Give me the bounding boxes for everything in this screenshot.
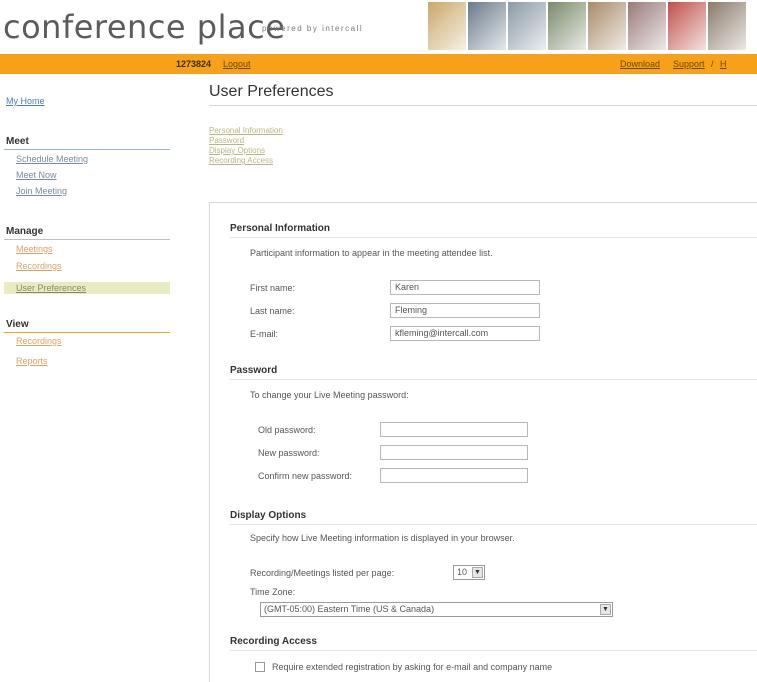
extended-registration-label: Require extended registration by asking … [272,662,553,672]
anchor-password[interactable]: Password [209,136,283,146]
password-description: To change your Live Meeting password: [250,390,409,400]
personal-description: Participant information to appear in the… [250,248,493,258]
email-field[interactable]: kfleming@intercall.com [390,326,540,341]
email-label: E-mail: [250,329,279,339]
anchor-recording-access[interactable]: Recording Access [209,156,283,166]
confirm-password-field[interactable] [380,468,528,483]
per-page-select[interactable]: 10 ▼ [453,565,485,580]
sidebar-heading-manage: Manage [6,226,44,237]
anchor-personal-information[interactable]: Personal Information [209,126,283,136]
sidebar-item-user-preferences[interactable]: User Preferences [4,282,170,294]
section-links: Personal Information Password Display Op… [209,126,283,166]
photo-strip [428,2,748,52]
sidebar-item-meetings[interactable]: Meetings [16,244,53,254]
page-title: User Preferences [209,83,334,100]
support-link[interactable]: Support [673,59,705,69]
dropdown-arrow-icon[interactable]: ▼ [600,604,611,615]
sidebar-rule-manage [4,239,170,240]
sidebar-item-my-home[interactable]: My Home [6,96,45,106]
top-bar: 1273824 Logout Download Support / H [0,54,757,74]
new-password-field[interactable] [380,445,528,460]
timezone-label: Time Zone: [250,587,296,597]
section-divider [230,237,757,238]
old-password-field[interactable] [380,422,528,437]
sidebar-rule-view [4,332,170,333]
header-photo [708,2,746,50]
last-name-label: Last name: [250,306,295,316]
header-photo [428,2,466,50]
dropdown-arrow-icon[interactable]: ▼ [472,567,483,578]
main-content: User Preferences Personal Information Pa… [178,74,757,682]
sidebar-item-schedule-meeting[interactable]: Schedule Meeting [16,154,88,164]
section-title-password: Password [230,365,278,376]
section-divider [230,379,757,380]
per-page-value: 10 [457,567,468,577]
section-divider [230,650,757,651]
header-photo [668,2,706,50]
sidebar-item-join-meeting[interactable]: Join Meeting [16,186,67,196]
preferences-panel: Personal Information Participant informa… [209,202,757,682]
confirm-password-label: Confirm new password: [258,471,353,481]
per-page-label: Recording/Meetings listed per page: [250,568,395,578]
sidebar-item-recordings[interactable]: Recordings [16,261,62,271]
tagline: powered by intercall [262,24,364,33]
section-divider [230,524,757,525]
logo: conference place [3,8,286,46]
logout-link[interactable]: Logout [223,59,251,69]
section-title-display: Display Options [230,510,307,521]
header-photo [588,2,626,50]
user-id: 1273824 [176,59,212,69]
timezone-select[interactable]: (GMT-05:00) Eastern Time (US & Canada) ▼ [260,602,613,617]
header-photo [628,2,666,50]
first-name-label: First name: [250,283,296,293]
header: conference place powered by intercall [0,0,757,54]
sidebar: My Home Meet Schedule Meeting Meet Now J… [0,74,178,682]
header-photo [548,2,586,50]
header-photo [468,2,506,50]
last-name-field[interactable]: Fleming [390,303,540,318]
display-description: Specify how Live Meeting information is … [250,533,515,543]
sidebar-item-reports[interactable]: Reports [16,356,48,366]
old-password-label: Old password: [258,425,316,435]
section-title-recording: Recording Access [230,636,317,647]
title-divider [209,105,757,106]
sidebar-item-view-recordings[interactable]: Recordings [16,336,62,346]
sidebar-heading-view: View [6,319,29,330]
help-link[interactable]: H [720,59,727,69]
first-name-field[interactable]: Karen [390,280,540,295]
link-separator: / [711,59,714,69]
header-photo [508,2,546,50]
download-link[interactable]: Download [620,59,660,69]
sidebar-item-meet-now[interactable]: Meet Now [16,170,57,180]
extended-registration-checkbox[interactable] [255,662,265,672]
sidebar-rule-meet [4,149,170,150]
sidebar-heading-meet: Meet [6,136,29,147]
anchor-display-options[interactable]: Display Options [209,146,283,156]
section-title-personal: Personal Information [230,223,331,234]
timezone-value: (GMT-05:00) Eastern Time (US & Canada) [264,604,435,614]
new-password-label: New password: [258,448,320,458]
